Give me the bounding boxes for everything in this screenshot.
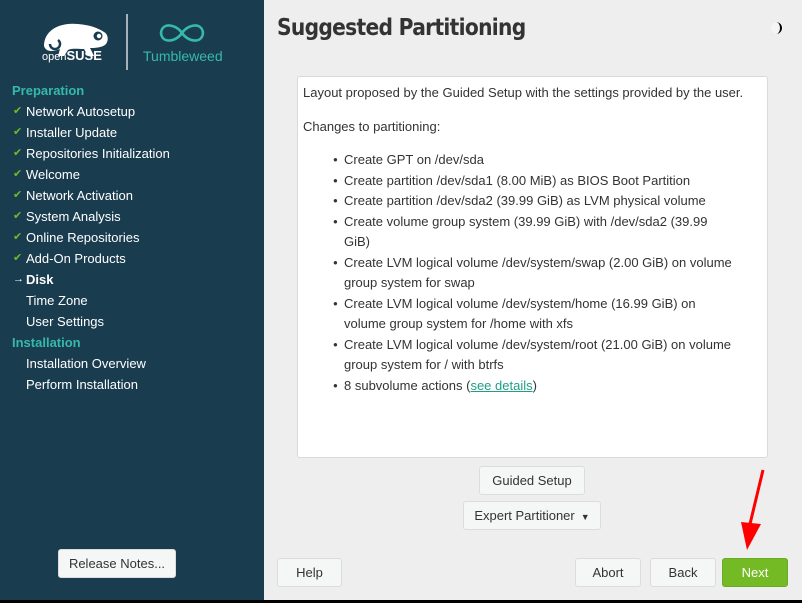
product-name: Tumbleweed	[143, 48, 223, 64]
step-label: Installer Update	[26, 125, 118, 140]
step-system-analysis: ✔ System Analysis	[0, 206, 264, 227]
check-icon: ✔	[13, 168, 23, 180]
step-disk: → Disk	[0, 269, 264, 290]
abort-button[interactable]: Abort	[575, 558, 641, 587]
changes-list: Create GPT on /dev/sda Create partition …	[333, 150, 762, 396]
back-button[interactable]: Back	[650, 558, 716, 587]
step-installer-update: ✔ Installer Update	[0, 122, 264, 143]
step-label: Welcome	[26, 167, 80, 182]
step-label: Time Zone	[26, 293, 88, 308]
change-item: Create LVM logical volume /dev/system/ho…	[333, 294, 762, 335]
step-network-activation: ✔ Network Activation	[0, 185, 264, 206]
step-label: Disk	[26, 272, 54, 287]
change-item: Create partition /dev/sda2 (39.99 GiB) a…	[333, 191, 762, 212]
check-icon: ✔	[13, 147, 23, 159]
check-icon: ✔	[13, 210, 23, 222]
expert-partitioner-label: Expert Partitioner	[474, 508, 575, 523]
half-moon-icon[interactable]	[769, 20, 785, 36]
caret-down-icon: ▼	[580, 512, 590, 522]
change-item: Create partition /dev/sda1 (8.00 MiB) as…	[333, 171, 762, 192]
next-button[interactable]: Next	[722, 558, 788, 587]
sidebar: openSUSE Tumbleweed Preparation ✔ Network…	[0, 0, 264, 600]
installation-steps: Preparation ✔ Network Autosetup ✔ Installe…	[0, 80, 264, 395]
subvolume-suffix: )	[532, 377, 537, 393]
help-button[interactable]: Help	[277, 558, 342, 587]
page-title: Suggested Partitioning	[277, 15, 526, 41]
logo-area: openSUSE Tumbleweed	[0, 0, 264, 78]
step-perform-installation: Perform Installation	[0, 374, 264, 395]
step-online-repositories: ✔ Online Repositories	[0, 227, 264, 248]
section-preparation: Preparation	[12, 83, 85, 98]
step-network-autosetup: ✔ Network Autosetup	[0, 101, 264, 122]
step-label: Perform Installation	[26, 377, 138, 392]
subvolume-text: 8 subvolume actions (	[344, 377, 471, 393]
step-label: Network Autosetup	[26, 104, 136, 119]
change-item: Create volume group system (39.99 GiB) w…	[333, 212, 762, 253]
step-time-zone: Time Zone	[0, 290, 264, 311]
wordmark-bold: SUSE	[66, 48, 102, 63]
step-label: Network Activation	[26, 188, 133, 203]
changes-heading: Changes to partitioning:	[303, 119, 441, 134]
check-icon: ✔	[13, 189, 23, 201]
change-item: Create LVM logical volume /dev/system/ro…	[333, 335, 762, 376]
step-label: Installation Overview	[26, 356, 146, 371]
step-label: User Settings	[26, 314, 105, 329]
guided-setup-button[interactable]: Guided Setup	[479, 466, 585, 495]
change-item-subvolumes: 8 subvolume actions (see details)	[333, 376, 762, 397]
step-label: Repositories Initialization	[26, 146, 170, 161]
change-item: Create GPT on /dev/sda	[333, 150, 762, 171]
release-notes-button[interactable]: Release Notes...	[58, 549, 176, 578]
see-details-link[interactable]: see details	[470, 378, 532, 393]
step-user-settings: User Settings	[0, 311, 264, 332]
step-label: Online Repositories	[26, 230, 140, 245]
check-icon: ✔	[13, 105, 23, 117]
check-icon: ✔	[13, 252, 23, 264]
change-item: Create LVM logical volume /dev/system/sw…	[333, 253, 762, 294]
step-label: Add-On Products	[26, 251, 126, 266]
section-installation: Installation	[12, 335, 81, 350]
step-label: System Analysis	[26, 209, 121, 224]
partitioning-summary: Layout proposed by the Guided Setup with…	[297, 76, 768, 458]
main-panel: Suggested Partitioning Layout proposed b…	[264, 0, 802, 600]
wordmark-light: open	[42, 51, 67, 63]
check-icon: ✔	[13, 231, 23, 243]
guided-setup-label: Guided Setup	[492, 473, 572, 488]
step-repositories-initialization: ✔ Repositories Initialization	[0, 143, 264, 164]
step-welcome: ✔ Welcome	[0, 164, 264, 185]
check-icon: ✔	[13, 126, 23, 138]
step-add-on-products: ✔ Add-On Products	[0, 248, 264, 269]
summary-intro: Layout proposed by the Guided Setup with…	[303, 85, 744, 100]
opensuse-wordmark: openSUSE	[42, 48, 102, 63]
tumbleweed-infinity-icon	[159, 24, 205, 42]
arrow-right-icon: →	[13, 273, 24, 285]
step-installation-overview: Installation Overview	[0, 353, 264, 374]
logo-divider	[126, 14, 128, 70]
expert-partitioner-menu-button[interactable]: Expert Partitioner ▼	[463, 501, 601, 530]
